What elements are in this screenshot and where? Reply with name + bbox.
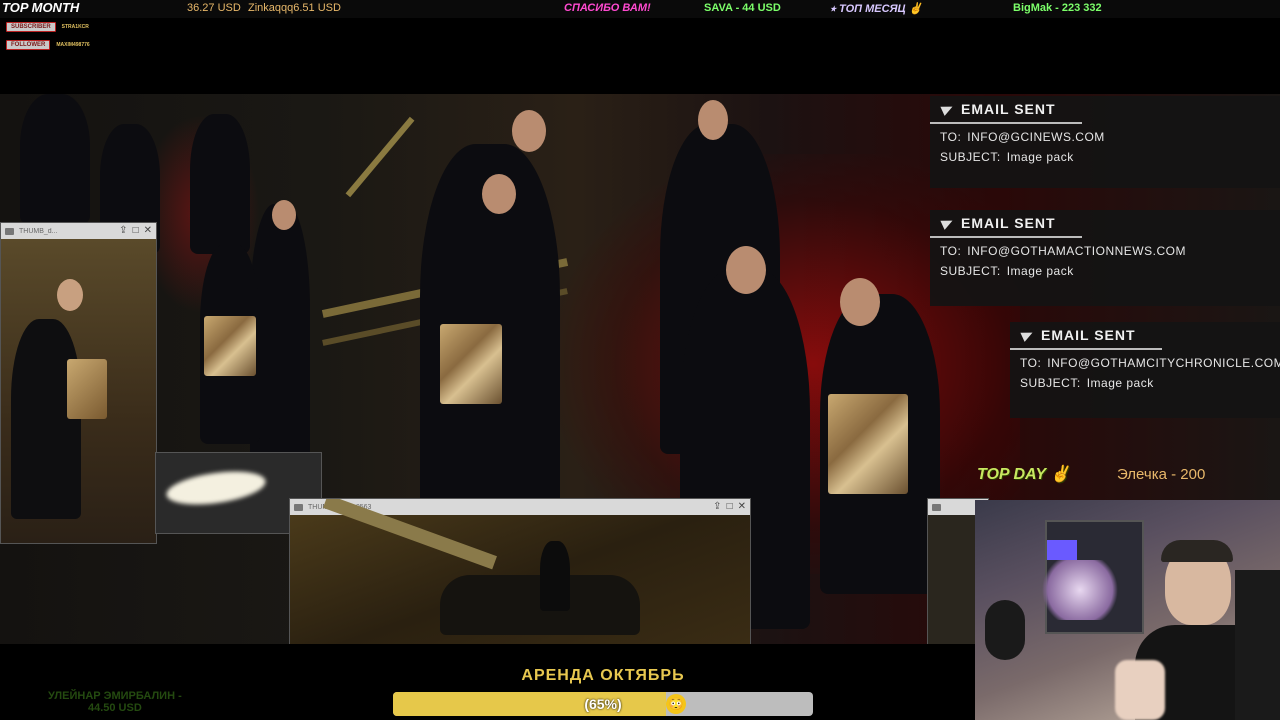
recent-subscriber: SUBSCRIBER STRA1KCR	[6, 22, 89, 32]
streamer-hand	[1115, 660, 1165, 720]
email-header: EMAIL SENT	[930, 210, 1082, 238]
face	[272, 200, 296, 230]
subject-value: Image pack	[1086, 376, 1154, 390]
email-to: TO: INFO@GOTHAMACTIONNEWS.COM	[930, 244, 1280, 258]
sequin-dress	[828, 394, 908, 494]
face	[482, 174, 516, 214]
subject-label: SUBJECT:	[940, 264, 1001, 278]
ticker-donor: SAVA - 44 USD	[704, 2, 781, 14]
face	[698, 100, 728, 140]
window-titlebar[interactable]: THUMB_d... ⇪ □ ✕	[1, 223, 156, 239]
webcam-overlay	[975, 500, 1280, 720]
donation-ticker-bar: TOP MONTH 36.27 USD Zinkaqqq6.51 USD СПА…	[0, 0, 1280, 18]
folder-icon	[5, 227, 14, 235]
email-title: EMAIL SENT	[961, 101, 1056, 117]
folder-icon	[932, 503, 941, 511]
maximize-icon[interactable]: □	[727, 502, 733, 512]
to-address: INFO@GOTHAMACTIONNEWS.COM	[967, 244, 1186, 258]
thumbnail-window-left[interactable]: THUMB_d... ⇪ □ ✕	[0, 222, 157, 544]
email-subject: SUBJECT: Image pack	[1010, 376, 1280, 390]
ticker-amount: Zinkaqqq6.51 USD	[248, 2, 341, 14]
sequin-dress	[204, 316, 256, 376]
face	[726, 246, 766, 294]
recent-follower: FOLLOWER MAXIM498776	[6, 40, 90, 50]
ticker-amount: 36.27 USD	[187, 2, 241, 14]
goal-title: АРЕНДА ОКТЯБРЬ	[521, 667, 685, 684]
person-figure	[20, 94, 90, 224]
email-header: EMAIL SENT	[1010, 322, 1162, 350]
email-to: TO: INFO@GOTHAMCITYCHRONICLE.COM	[1010, 356, 1280, 370]
faded-donor: УЛЕЙНАР ЭМИРБАЛИН - 44.50 USD	[48, 690, 182, 714]
to-label: TO:	[940, 130, 962, 144]
email-header: EMAIL SENT	[930, 96, 1082, 124]
send-icon	[1020, 328, 1035, 342]
person-figure	[11, 319, 81, 519]
follower-badge: FOLLOWER	[6, 40, 51, 50]
share-icon[interactable]: ⇪	[119, 226, 127, 236]
email-subject: SUBJECT: Image pack	[930, 150, 1280, 164]
thumbnail-image	[290, 499, 750, 644]
light-blob	[164, 466, 268, 510]
face	[57, 279, 83, 311]
subject-label: SUBJECT:	[1020, 376, 1081, 390]
flowers	[1035, 560, 1125, 620]
email-title: EMAIL SENT	[1041, 327, 1136, 343]
ticker-thanks: СПАСИБО ВАМ!	[564, 2, 651, 14]
sequin-dress	[67, 359, 107, 419]
send-icon	[940, 102, 955, 116]
maximize-icon[interactable]: □	[133, 226, 139, 236]
folder-icon	[294, 503, 303, 511]
streamer-hair	[1161, 540, 1233, 562]
chair	[1235, 570, 1280, 720]
email-to: TO: INFO@GCINEWS.COM	[930, 130, 1280, 144]
email-sent-notification: EMAIL SENT TO: INFO@GOTHAMACTIONNEWS.COM …	[930, 210, 1280, 306]
email-subject: SUBJECT: Image pack	[930, 264, 1280, 278]
person-figure	[190, 114, 250, 254]
neon-sign	[1047, 540, 1077, 560]
send-icon	[940, 216, 955, 230]
to-label: TO:	[940, 244, 962, 258]
subscriber-name: STRA1KCR	[61, 24, 89, 30]
subscriber-badge: SUBSCRIBER	[6, 22, 56, 32]
subject-value: Image pack	[1006, 150, 1074, 164]
goal-percent: (65%)	[584, 696, 622, 712]
sequin-dress	[440, 324, 502, 404]
thumbnail-window-bottom[interactable]: THUMB_drive_0563 ⇪ □ ✕	[289, 498, 751, 644]
to-label: TO:	[1020, 356, 1042, 370]
email-title: EMAIL SENT	[961, 215, 1056, 231]
person-figure	[540, 541, 570, 611]
top-day-donor: Элечка - 200	[1117, 466, 1206, 483]
to-address: INFO@GCINEWS.COM	[967, 130, 1105, 144]
microphone	[985, 600, 1025, 660]
goal-progress-bar: (65%)	[393, 692, 813, 716]
subject-label: SUBJECT:	[940, 150, 1001, 164]
to-address: INFO@GOTHAMCITYCHRONICLE.COM	[1047, 356, 1280, 370]
subject-value: Image pack	[1006, 264, 1074, 278]
top-month-title: TOP MONTH	[2, 0, 80, 15]
close-icon[interactable]: ✕	[738, 502, 746, 512]
flushed-face-icon: 😳	[666, 694, 686, 714]
email-sent-notification: EMAIL SENT TO: INFO@GCINEWS.COM SUBJECT: I…	[930, 96, 1280, 188]
top-day-label: TOP DAY ✌	[977, 466, 1071, 483]
ticker-donor: BigMak - 223 332	[1013, 2, 1102, 14]
ticker-top-month: ⭑ ТОП МЕСЯЦ ✌	[830, 3, 923, 15]
share-icon[interactable]: ⇪	[713, 502, 721, 512]
stair-rail	[345, 116, 415, 198]
window-title: THUMB_d...	[19, 227, 58, 235]
face	[512, 110, 546, 152]
email-sent-notification: EMAIL SENT TO: INFO@GOTHAMCITYCHRONICLE.C…	[1010, 322, 1280, 418]
close-icon[interactable]: ✕	[144, 226, 152, 236]
thumbnail-image	[1, 239, 156, 543]
follower-name: MAXIM498776	[56, 42, 90, 48]
face	[840, 278, 880, 326]
